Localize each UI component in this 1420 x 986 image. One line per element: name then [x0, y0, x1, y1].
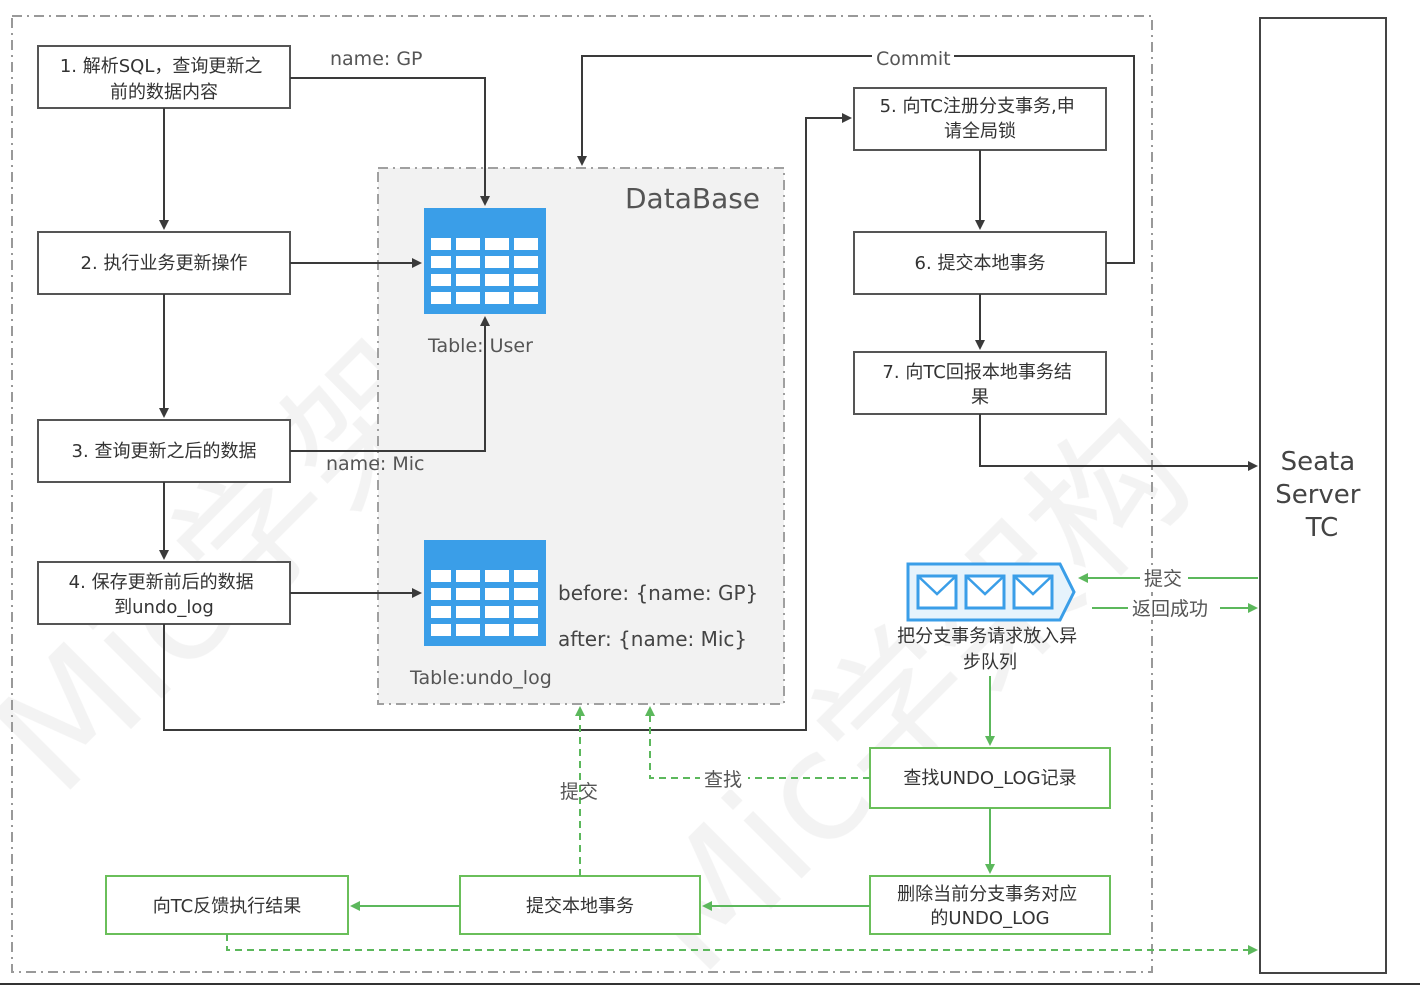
step-5-box[interactable]: 5. 向TC注册分支事务,申 请全局锁 [853, 87, 1107, 151]
seata-line-2: Server [1275, 480, 1361, 510]
find-undo-log-box[interactable]: 查找UNDO_LOG记录 [869, 747, 1111, 809]
feedback-tc-label: 向TC反馈执行结果 [153, 896, 302, 917]
table-undo-log-icon[interactable] [424, 540, 546, 646]
undo-after-value: after: {name: Mic} [558, 627, 747, 651]
edge-label-name-mic: name: Mic [326, 453, 424, 475]
step-7-box[interactable]: 7. 向TC回报本地事务结 果 [853, 351, 1107, 415]
edge-label-name-gp: name: GP [330, 48, 423, 70]
seata-line-1: Seata [1281, 447, 1356, 477]
edge-label-return-success: 返回成功 [1132, 598, 1208, 620]
commit-local-label: 提交本地事务 [526, 896, 634, 917]
step-3-box[interactable]: 3. 查询更新之后的数据 [37, 419, 291, 483]
commit-local-box[interactable]: 提交本地事务 [459, 875, 701, 935]
table-user-label: Table: User [427, 335, 533, 357]
find-undo-log-label: 查找UNDO_LOG记录 [903, 768, 1076, 789]
edge-label-submit-bottom: 提交 [560, 781, 598, 803]
step-2-box[interactable]: 2. 执行业务更新操作 [37, 231, 291, 295]
step-2-label: 2. 执行业务更新操作 [81, 253, 248, 274]
undo-before-value: before: {name: GP} [558, 581, 758, 605]
step-4-box[interactable]: 4. 保存更新前后的数据 到undo_log [37, 561, 291, 625]
async-queue-icon[interactable] [906, 562, 1076, 622]
edge-label-commit: Commit [876, 48, 951, 70]
step-3-label: 3. 查询更新之后的数据 [72, 441, 257, 462]
edge-label-find: 查找 [704, 769, 742, 791]
step-6-box[interactable]: 6. 提交本地事务 [853, 231, 1107, 295]
database-title: DataBase [625, 182, 760, 215]
delete-undo-log-box[interactable]: 删除当前分支事务对应 的UNDO_LOG [869, 875, 1111, 935]
step-1-box[interactable]: 1. 解析SQL，查询更新之 前的数据内容 [37, 45, 291, 109]
table-user-icon[interactable] [424, 208, 546, 314]
step-6-label: 6. 提交本地事务 [915, 253, 1046, 274]
edge-label-submit-top: 提交 [1144, 568, 1182, 590]
seata-line-3: TC [1305, 513, 1339, 543]
seata-at-mode-diagram: Mic学架构 Mic学架构 DataBase Seata Server TC 1… [0, 15, 1420, 986]
feedback-tc-box[interactable]: 向TC反馈执行结果 [105, 875, 349, 935]
table-undo-log-label: Table:undo_log [409, 667, 552, 689]
